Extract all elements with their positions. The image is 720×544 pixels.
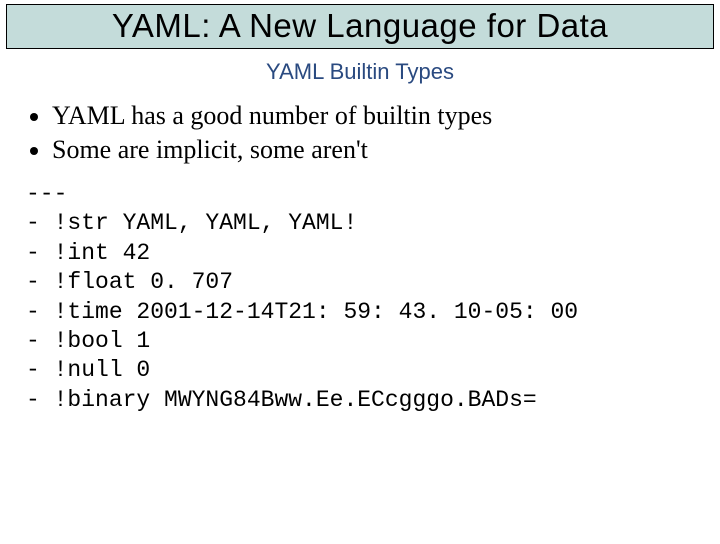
title-bar: YAML: A New Language for Data	[6, 4, 714, 49]
slide: YAML: A New Language for Data YAML Built…	[0, 4, 720, 544]
code-block: --- - !str YAML, YAML, YAML! - !int 42 -…	[26, 180, 720, 416]
bullet-item: Some are implicit, some aren't	[52, 133, 700, 166]
bullet-list: YAML has a good number of builtin types …	[28, 99, 720, 166]
slide-subtitle: YAML Builtin Types	[0, 59, 720, 85]
bullet-item: YAML has a good number of builtin types	[52, 99, 700, 132]
slide-title: YAML: A New Language for Data	[13, 5, 707, 46]
